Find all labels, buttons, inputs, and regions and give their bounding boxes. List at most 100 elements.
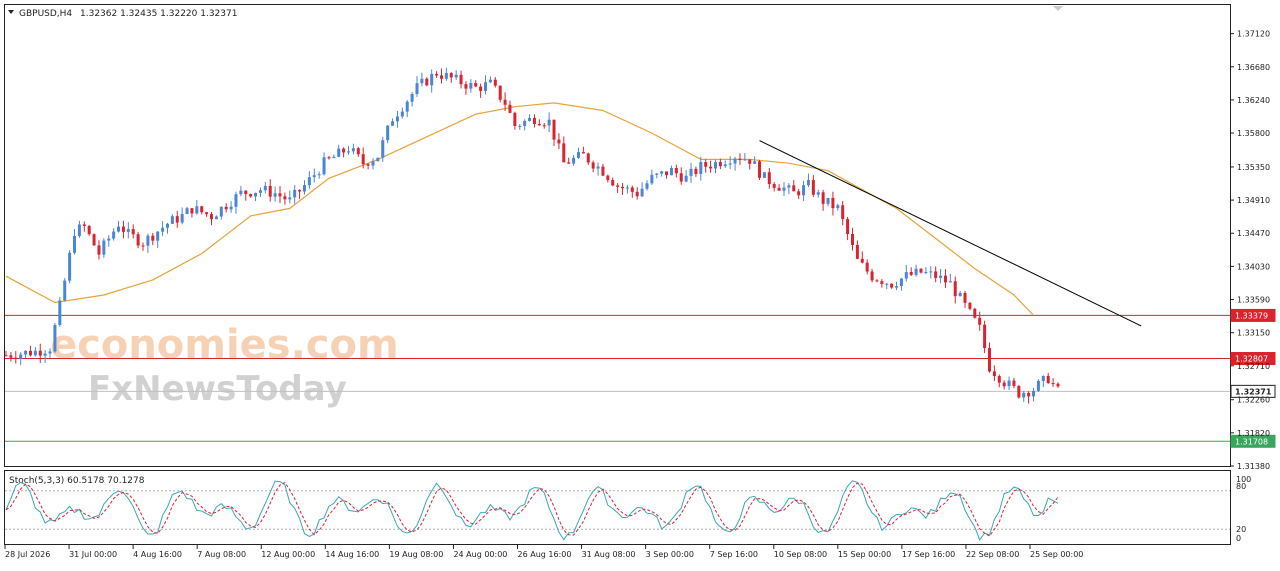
candle-body (660, 171, 664, 174)
candle-body (195, 206, 199, 214)
candle-body (185, 208, 189, 214)
candle-body (674, 168, 678, 174)
candle-body (263, 185, 267, 191)
candle-body (743, 159, 747, 161)
candle-body (474, 83, 478, 87)
time-tick-label: 15 Sep 00:00 (838, 550, 891, 559)
candle-body (816, 192, 820, 195)
candle-body (200, 206, 204, 213)
candle-body (669, 168, 673, 176)
candle-body (821, 192, 825, 204)
candle-body (694, 168, 698, 174)
price-tick-label: 1.34470 (1237, 229, 1270, 238)
candle-body (244, 190, 248, 195)
candle-body (576, 152, 580, 158)
candle-body (1002, 382, 1006, 387)
candle-body (1007, 380, 1011, 387)
candle-body (890, 283, 894, 288)
candle-body (361, 154, 365, 165)
candle-body (425, 78, 429, 86)
candle-body (557, 139, 561, 144)
candle-body (655, 173, 659, 175)
oscillator-panel[interactable] (4, 470, 1231, 545)
candle-body (298, 189, 302, 192)
candle-body (885, 283, 889, 285)
candle-body (146, 235, 150, 246)
candle-body (234, 194, 238, 207)
candle-body (713, 162, 717, 169)
candle-body (43, 353, 47, 356)
candle-body (728, 163, 732, 165)
chart-svg[interactable]: economies.com FxNewsToday 1.333791.32807… (0, 0, 1280, 567)
candle-body (273, 193, 277, 197)
candle-body (616, 185, 620, 187)
candle-body (53, 324, 57, 352)
candle-body (987, 348, 991, 372)
candle-body (97, 245, 101, 255)
candle-body (63, 280, 67, 301)
osc-level-80: 80 (1236, 482, 1246, 491)
candle-body (136, 234, 140, 246)
candle-body (126, 229, 130, 232)
candle-body (904, 272, 908, 279)
candle-body (738, 158, 742, 161)
time-tick-label: 31 Jul 00:00 (69, 550, 117, 559)
candle-body (939, 275, 943, 278)
candle-body (704, 162, 708, 167)
candle-body (117, 226, 121, 232)
candle-body (846, 219, 850, 235)
chart-root[interactable]: economies.com FxNewsToday 1.33379 1.32807… (0, 0, 1280, 567)
candle-body (312, 175, 316, 178)
candle-body (180, 213, 184, 223)
candle-body (860, 258, 864, 263)
candle-body (929, 271, 933, 273)
candle-body (831, 197, 835, 209)
candle-body (1041, 375, 1045, 381)
time-tick-label: 19 Aug 08:00 (389, 550, 443, 559)
candle-body (542, 125, 546, 127)
time-tick-label: 12 Aug 00:00 (261, 550, 315, 559)
candle-body (28, 350, 32, 356)
candle-body (219, 206, 223, 217)
candle-body (1036, 380, 1040, 391)
price-tick-label: 1.33150 (1237, 329, 1270, 338)
time-tick-label: 7 Sep 16:00 (710, 550, 758, 559)
candle-body (552, 119, 556, 140)
candle-body (811, 180, 815, 195)
candle-body (376, 157, 380, 162)
candle-body (523, 120, 527, 126)
candle-body (87, 225, 91, 235)
candle-body (806, 180, 810, 186)
candle-body (278, 193, 282, 197)
candle-body (689, 168, 693, 176)
price-tick-label: 1.35800 (1237, 129, 1270, 138)
candle-body (934, 271, 938, 278)
candle-body (1017, 385, 1021, 398)
candle-body (73, 236, 77, 253)
price-tick-label: 1.31820 (1237, 429, 1270, 438)
candle-body (366, 164, 370, 166)
time-tick-label: 25 Sep 00:00 (1030, 550, 1083, 559)
candle-body (973, 308, 977, 318)
candle-body (327, 157, 331, 159)
candle-body (14, 357, 18, 360)
candle-body (229, 206, 233, 210)
candle-body (963, 292, 967, 303)
candle-body (586, 153, 590, 163)
candle-body (855, 244, 859, 259)
candle-body (596, 166, 600, 169)
osc-level-20: 20 (1236, 525, 1246, 534)
candle-body (665, 171, 669, 176)
candle-body (508, 104, 512, 113)
candle-body (601, 166, 605, 176)
candle-body (1012, 380, 1016, 386)
time-tick-label: 14 Aug 16:00 (325, 550, 379, 559)
candle-body (488, 79, 492, 83)
candle-body (386, 125, 390, 141)
candle-body (410, 93, 414, 102)
candle-body (513, 112, 517, 126)
candle-body (38, 350, 42, 356)
time-tick-label: 31 Aug 08:00 (582, 550, 636, 559)
time-tick-label: 24 Aug 00:00 (453, 550, 507, 559)
candle-body (165, 223, 169, 228)
